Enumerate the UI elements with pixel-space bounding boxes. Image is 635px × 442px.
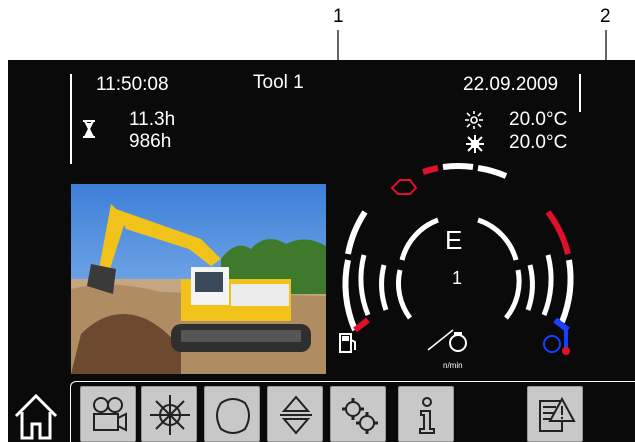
clock-time: 11:50:08: [96, 74, 169, 95]
home-icon[interactable]: [12, 390, 60, 442]
date: 22.09.2009: [463, 74, 559, 95]
warning-list-icon: [539, 396, 576, 432]
hourglass-icon: [82, 120, 96, 143]
climate-icon: [150, 395, 190, 435]
warning-list-button[interactable]: [527, 386, 583, 442]
engine-speed-icon: [445, 332, 471, 359]
cabin-climate-icon: [466, 135, 484, 158]
info-button[interactable]: [398, 386, 454, 442]
engine-button[interactable]: [204, 386, 260, 442]
outside-temperature: 20.0°C: [509, 109, 568, 130]
status-divider-right: [579, 74, 581, 112]
climate-button[interactable]: [141, 386, 197, 442]
engine-speed-unit: n/min: [443, 361, 463, 370]
info-icon: [419, 397, 435, 434]
settings-icon: [342, 398, 378, 434]
operating-hours-trip: 11.3h: [129, 109, 176, 130]
fuel-icon: [339, 332, 357, 359]
tool-label: Tool 1: [253, 72, 304, 93]
settings-button[interactable]: [330, 386, 386, 442]
display-screen: 11:50:08 Tool 1 22.09.2009 11.3h 986h 20…: [8, 60, 635, 442]
up-down-icon: [280, 395, 312, 435]
camera-button[interactable]: [80, 386, 136, 442]
operating-hours-total: 986h: [129, 131, 172, 152]
gear-mode-number: 1: [452, 268, 463, 288]
machine-photo: [71, 184, 326, 374]
engine-warning-icon: [390, 179, 418, 195]
gear-mode-letter: E: [445, 225, 463, 255]
camera-icon: [93, 397, 127, 432]
status-divider-left: [70, 74, 72, 164]
adjust-button[interactable]: [267, 386, 323, 442]
engine-icon: [216, 398, 250, 434]
sun-icon: [464, 111, 484, 134]
bottom-nav: [8, 376, 635, 442]
cabin-temperature: 20.0°C: [509, 132, 568, 153]
coolant-temp-icon: [542, 326, 572, 361]
